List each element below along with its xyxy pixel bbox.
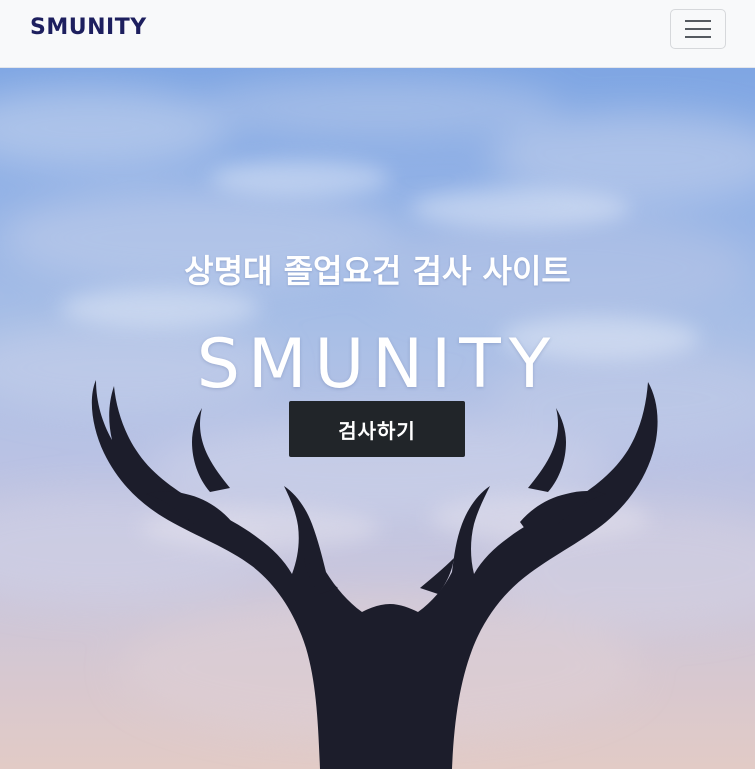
hamburger-menu-icon [671,18,725,40]
check-requirements-button[interactable]: 검사하기 [289,401,465,457]
hero-section: 상명대 졸업요건 검사 사이트 SMUNITY 검사하기 [0,68,755,769]
hero-subtitle: 상명대 졸업요건 검사 사이트 [184,251,571,290]
brand-logo[interactable]: SMUNITY [30,13,147,43]
hero-title: SMUNITY [196,324,559,404]
top-navbar: SMUNITY [0,0,755,68]
navbar-toggler-button[interactable] [670,9,726,49]
